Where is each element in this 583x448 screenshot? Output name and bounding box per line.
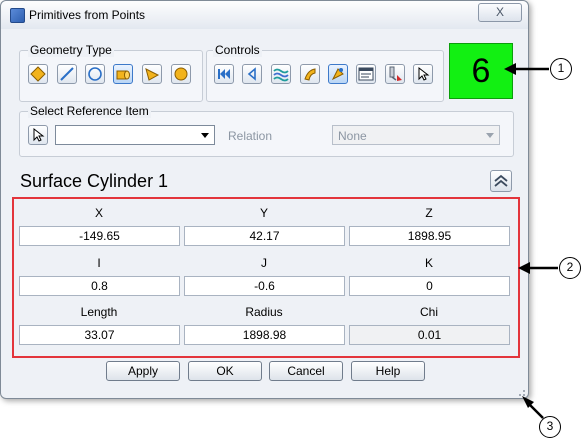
chevron-down-icon: [201, 133, 209, 138]
apply-button[interactable]: Apply: [106, 361, 180, 381]
first-point-button[interactable]: [214, 64, 234, 84]
select-reference-button[interactable]: [28, 125, 48, 145]
previous-icon: [247, 67, 256, 81]
j-label: J: [261, 256, 267, 270]
close-button[interactable]: X: [478, 3, 522, 22]
surface-wave-icon: [273, 68, 289, 82]
sphere-button[interactable]: [171, 64, 191, 84]
cylinder-button[interactable]: [113, 64, 133, 84]
k-field[interactable]: 0: [349, 276, 510, 296]
chi-label: Chi: [419, 305, 438, 319]
length-label: Length: [80, 305, 118, 319]
probe-icon: [389, 66, 402, 81]
curve-button[interactable]: [300, 64, 320, 84]
title-bar[interactable]: Primitives from Points X: [1, 1, 528, 29]
surface-button[interactable]: [271, 64, 291, 84]
chevron-up-double-icon: [494, 174, 508, 187]
y-label: Y: [259, 206, 268, 220]
sphere-icon: [174, 67, 188, 81]
callout-3: 3: [539, 416, 561, 438]
x-field[interactable]: -149.65: [19, 226, 180, 246]
y-field[interactable]: 42.17: [184, 226, 345, 246]
window-title: Primitives from Points: [29, 8, 146, 22]
help-button[interactable]: Help: [351, 361, 425, 381]
radius-label: Radius: [245, 305, 283, 319]
reference-label: Select Reference Item: [28, 104, 151, 118]
controls-label: Controls: [213, 43, 262, 57]
pick-point-button[interactable]: [328, 64, 348, 84]
line-icon: [60, 67, 74, 81]
circle-button[interactable]: [85, 64, 105, 84]
relation-label: Relation: [228, 129, 273, 143]
plane-button[interactable]: [28, 64, 48, 84]
display-button[interactable]: [356, 64, 376, 84]
length-field[interactable]: 33.07: [19, 325, 180, 345]
i-field[interactable]: 0.8: [19, 276, 180, 296]
pick-point-icon: [331, 68, 344, 81]
radius-field[interactable]: 1898.98: [184, 325, 345, 345]
primitives-dialog: Primitives from Points X Geometry Type C…: [0, 0, 529, 399]
relation-dropdown-value: None: [338, 129, 367, 143]
resize-grip-icon[interactable]: [514, 385, 526, 397]
cylinder-icon: [116, 70, 130, 80]
line-button[interactable]: [57, 64, 77, 84]
j-field[interactable]: -0.6: [184, 276, 345, 296]
i-label: I: [97, 256, 101, 270]
z-field[interactable]: 1898.95: [349, 226, 510, 246]
cursor-icon: [418, 66, 430, 81]
z-label: Z: [425, 206, 433, 220]
geometry-type-label: Geometry Type: [28, 43, 114, 57]
point-counter: 6: [449, 43, 513, 99]
app-icon: [10, 8, 25, 23]
chevron-down-icon: [486, 133, 494, 138]
ok-button[interactable]: OK: [188, 361, 262, 381]
cancel-button[interactable]: Cancel: [269, 361, 343, 381]
cone-button[interactable]: [142, 64, 162, 84]
x-label: X: [94, 206, 103, 220]
previous-point-button[interactable]: [242, 64, 262, 84]
probe-button[interactable]: [385, 64, 405, 84]
chi-field: 0.01: [349, 325, 510, 345]
callout-2: 2: [559, 257, 581, 279]
k-label: K: [424, 256, 433, 270]
cursor-icon: [33, 127, 45, 142]
reference-dropdown[interactable]: [55, 125, 215, 145]
collapse-button[interactable]: [490, 170, 512, 192]
plane-icon: [30, 66, 46, 82]
relation-dropdown[interactable]: None: [332, 125, 500, 145]
cursor-button[interactable]: [413, 64, 433, 84]
cone-icon: [145, 68, 160, 81]
first-icon: [218, 69, 230, 79]
circle-icon: [88, 67, 102, 81]
section-title: Surface Cylinder 1: [20, 171, 169, 191]
curve-icon: [304, 68, 316, 81]
callout-1: 1: [550, 58, 572, 80]
display-icon: [358, 67, 374, 81]
